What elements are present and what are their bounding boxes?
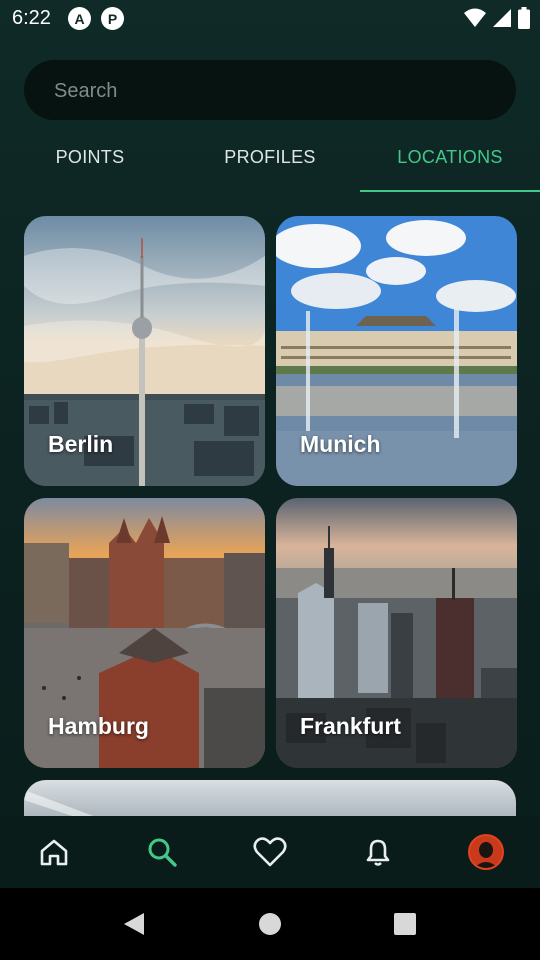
signal-icon bbox=[493, 9, 511, 27]
tab-bar: POINTS PROFILES LOCATIONS bbox=[0, 134, 540, 192]
back-icon[interactable] bbox=[122, 912, 146, 936]
heart-icon bbox=[253, 837, 287, 867]
app-notification-icon: A bbox=[68, 7, 91, 30]
wifi-icon bbox=[464, 8, 486, 27]
location-name: Munich bbox=[300, 431, 381, 457]
recents-icon[interactable] bbox=[393, 912, 417, 936]
system-navigation-bar bbox=[0, 888, 540, 960]
location-name: Hamburg bbox=[48, 713, 149, 739]
avatar[interactable] bbox=[468, 834, 504, 870]
profile-photo bbox=[470, 836, 502, 868]
app-notification-icon: P bbox=[101, 7, 124, 30]
nav-search[interactable] bbox=[142, 832, 182, 872]
nav-home[interactable] bbox=[34, 832, 74, 872]
tab-profiles[interactable]: PROFILES bbox=[180, 134, 360, 180]
status-time: 6:22 bbox=[12, 7, 51, 29]
tab-indicator bbox=[360, 190, 540, 192]
bottom-navigation bbox=[0, 816, 540, 888]
bell-icon bbox=[366, 839, 390, 866]
location-name: Frankfurt bbox=[300, 713, 401, 739]
location-card-berlin[interactable]: Berlin bbox=[24, 216, 265, 486]
nav-notifications[interactable] bbox=[358, 832, 398, 872]
nav-favorites[interactable] bbox=[250, 832, 290, 872]
location-card-hamburg[interactable]: Hamburg bbox=[24, 498, 265, 768]
home-button-icon[interactable] bbox=[258, 912, 282, 936]
status-bar: 6:22 A P bbox=[0, 0, 540, 36]
tab-locations[interactable]: LOCATIONS bbox=[360, 134, 540, 180]
home-icon bbox=[40, 839, 68, 866]
tab-points[interactable]: POINTS bbox=[0, 134, 180, 180]
location-name: Berlin bbox=[48, 431, 114, 457]
battery-icon bbox=[518, 7, 530, 29]
search-input[interactable] bbox=[52, 60, 496, 122]
partial-card-image bbox=[24, 790, 104, 820]
search-icon bbox=[148, 838, 177, 867]
location-card-munich[interactable]: Munich bbox=[276, 216, 517, 486]
location-card-partial[interactable] bbox=[24, 780, 516, 820]
location-card-frankfurt[interactable]: Frankfurt bbox=[276, 498, 517, 768]
search-bar[interactable] bbox=[24, 60, 516, 122]
